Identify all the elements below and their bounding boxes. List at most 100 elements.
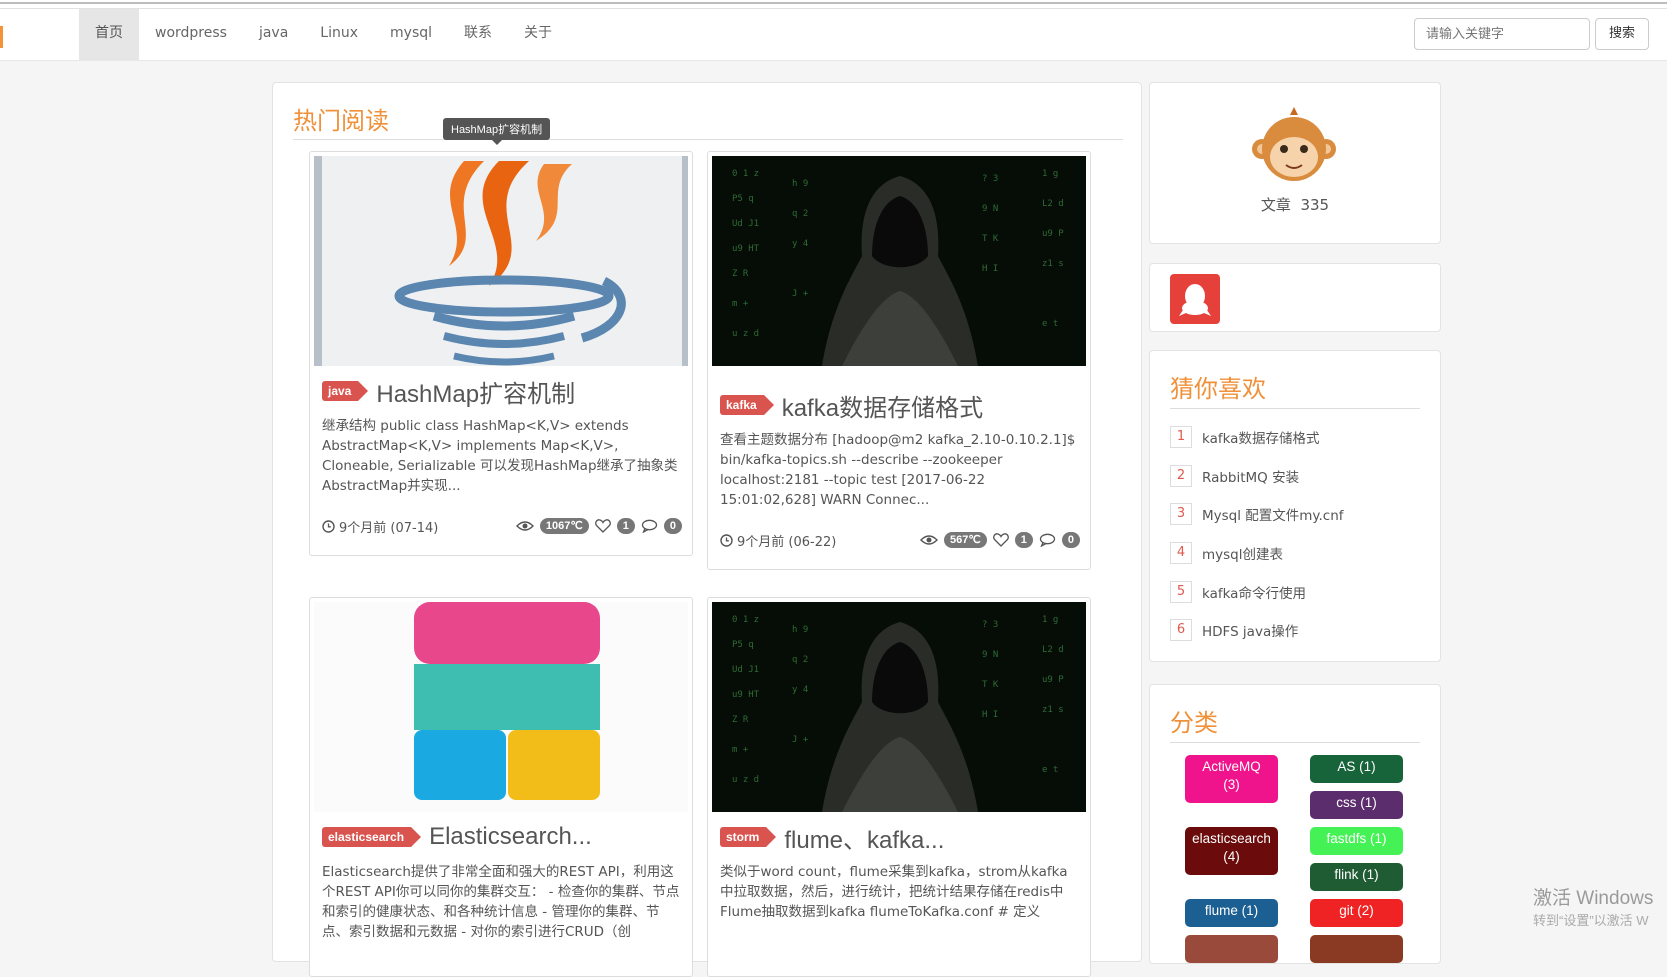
category-count: (4) [1223,849,1240,864]
recommend-divider [1170,408,1420,409]
category-pill[interactable]: flume (1) [1185,899,1278,927]
post-time-text: 9个月前 (06-22) [737,534,837,550]
post-excerpt: 继承结构 public class HashMap<K,V> extends A… [322,418,678,494]
recommend-rank: 5 [1170,581,1192,603]
heart-icon[interactable] [992,533,1009,547]
comment-icon[interactable] [1039,533,1056,547]
likes-badge: 1 [1014,532,1033,548]
category-pill-partial[interactable] [1185,935,1278,963]
post-card-elasticsearch[interactable]: elasticsearch Elasticsearch... Elasticse… [309,597,693,977]
hacker-thumbnail[interactable]: 0 1 z P5 q Ud J1 u9 HT Z R m + u z d h 9 q 2 y 4… [712,602,1086,812]
category-tag[interactable]: elasticsearch [322,827,422,847]
post-card-header: java HashMap扩容机制 [322,374,575,409]
recommend-item[interactable]: 5 kafka命令行使用 [1170,580,1306,604]
monkey-avatar-icon [1252,107,1336,181]
post-card-flume-kafka[interactable]: 0 1 z P5 q Ud J1 u9 HT Z R m + u z d h 9 q 2 y 4… [707,597,1091,977]
post-time-text: 9个月前 (07-14) [339,520,439,536]
svg-text:e t: e t [1042,319,1058,329]
svg-text:0 1 z: 0 1 z [732,169,759,179]
title-tooltip: HashMap扩容机制 [443,118,551,145]
svg-text:h 9: h 9 [792,179,808,189]
category-pill[interactable]: fastdfs (1) [1310,827,1403,855]
clock-icon [322,519,335,533]
heart-icon[interactable] [594,519,611,533]
search-input[interactable] [1414,18,1590,50]
post-excerpt: Elasticsearch提供了非常全面和强大的REST API，利用这个RES… [322,864,680,940]
post-card-hashmap[interactable]: java HashMap扩容机制 继承结构 public class HashM… [309,151,693,556]
svg-text:h 9: h 9 [792,625,808,635]
svg-text:T K: T K [982,680,999,690]
recommend-rank: 3 [1170,503,1192,525]
category-pill[interactable]: ActiveMQ (3) [1185,755,1278,803]
svg-text:u z d: u z d [732,329,759,339]
hot-reading-panel: 热门阅读 java HashMap扩容机制 继承结构 public class … [272,82,1142,977]
profile-box: 文章 335 [1149,82,1441,244]
post-card-kafka-storage[interactable]: 0 1 z P5 q Ud J1 u9 HT Z R m + u z d h 9 q 2 y 4… [707,151,1091,570]
nav-item-linux[interactable]: Linux [304,9,374,60]
svg-text:q 2: q 2 [792,209,808,219]
recommend-item[interactable]: 4 mysql创建表 [1170,541,1283,565]
eye-icon [920,535,939,545]
nav-item-about[interactable]: 关于 [508,9,568,60]
post-title[interactable]: flume、kafka... [784,820,944,855]
recommend-link[interactable]: HDFS java操作 [1202,620,1298,640]
nav-item-mysql[interactable]: mysql [374,9,448,60]
category-tag[interactable]: java [322,381,369,401]
recommend-item[interactable]: 1 kafka数据存储格式 [1170,425,1319,449]
category-pill[interactable]: git (2) [1310,899,1403,927]
recommend-link[interactable]: kafka命令行使用 [1202,582,1306,602]
recommend-link[interactable]: kafka数据存储格式 [1202,427,1319,447]
nav-item-home[interactable]: 首页 [79,9,139,60]
eye-icon [515,521,534,531]
java-logo-thumbnail[interactable] [314,156,688,366]
svg-text:H I: H I [982,264,998,274]
svg-text:1 g: 1 g [1042,169,1058,179]
category-pill[interactable]: css (1) [1310,791,1403,819]
category-tag[interactable]: storm [720,827,777,847]
qq-icon[interactable] [1170,274,1220,324]
recommend-item[interactable]: 2 RabbitMQ 安装 [1170,464,1299,488]
category-pill-partial[interactable] [1310,935,1403,963]
nav-item-contact[interactable]: 联系 [448,9,508,60]
nav-item-wordpress[interactable]: wordpress [139,9,243,60]
category-name: css (1) [1336,795,1377,810]
comments-badge: 0 [1061,532,1080,548]
post-card-header: kafka kafka数据存储格式 [720,388,983,423]
section-title: 热门阅读 [293,108,389,135]
category-pill[interactable]: AS (1) [1310,755,1403,783]
recommend-rank: 4 [1170,542,1192,564]
article-count-value: 335 [1300,196,1330,214]
svg-text:y 4: y 4 [792,239,808,249]
recommend-item[interactable]: 6 HDFS java操作 [1170,618,1298,642]
recommend-link[interactable]: Mysql 配置文件my.cnf [1202,504,1344,524]
hacker-thumbnail[interactable]: 0 1 z P5 q Ud J1 u9 HT Z R m + u z d h 9 q 2 y 4… [712,156,1086,366]
search-button[interactable]: 搜索 [1595,18,1649,50]
windows-activation-hint: 转到“设置”以激活 W [1533,913,1649,928]
category-tag[interactable]: kafka [720,395,774,415]
svg-text:u9 HT: u9 HT [732,690,760,700]
category-name: fastdfs (1) [1326,831,1387,846]
elasticsearch-logo-thumbnail[interactable] [314,602,688,812]
windows-activation-watermark: 激活 Windows [1533,888,1654,909]
post-title[interactable]: kafka数据存储格式 [782,388,983,423]
recommend-link[interactable]: RabbitMQ 安装 [1202,466,1299,486]
post-excerpt: 查看主题数据分布 [hadoop@m2 kafka_2.10-0.10.2.1]… [720,432,1076,508]
post-title[interactable]: Elasticsearch... [429,823,592,851]
category-name: elasticsearch [1192,831,1271,846]
recommend-link[interactable]: mysql创建表 [1202,543,1283,563]
section-divider [293,139,1123,140]
category-pill[interactable]: flink (1) [1310,863,1403,891]
category-count: (3) [1223,777,1240,792]
post-title[interactable]: HashMap扩容机制 [376,374,575,409]
svg-text:Z R: Z R [732,269,749,279]
comment-icon[interactable] [641,519,658,533]
categories-title: 分类 [1170,710,1218,737]
article-count-label: 文章 [1260,196,1291,214]
category-pill[interactable]: elasticsearch (4) [1185,827,1278,875]
svg-text:0 1 z: 0 1 z [732,615,759,625]
nav-item-java[interactable]: java [243,9,304,60]
svg-text:H I: H I [982,710,998,720]
views-badge: 1067℃ [539,518,589,534]
recommend-item[interactable]: 3 Mysql 配置文件my.cnf [1170,502,1344,526]
recommend-rank: 1 [1170,426,1192,448]
